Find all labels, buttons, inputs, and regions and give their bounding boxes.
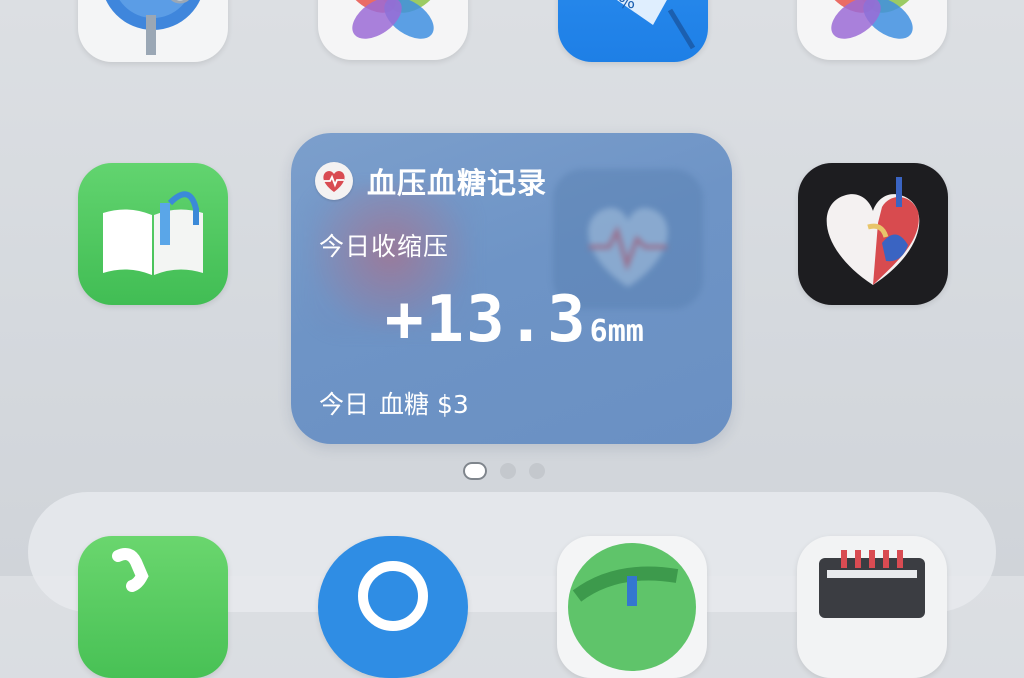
systolic-unit: 6mm [589,314,644,349]
photos-icon[interactable] [318,0,468,60]
page-dot[interactable] [529,463,545,479]
photos-icon[interactable] [797,0,947,60]
browser-icon[interactable] [557,536,707,678]
systolic-value: +13.36mm [385,283,644,357]
medical-app-icon[interactable] [78,0,228,62]
widget-footer: 今日 血糖 $3 [319,385,479,421]
svg-text:%: % [618,0,635,13]
blood-sugar-value: 血糖 $3 [379,390,469,419]
music-app-icon[interactable] [797,536,947,678]
health-record-widget[interactable]: 血压血糖记录 今日收缩压 +13.36mm 今日 血糖 $3 [291,133,732,444]
page-dot[interactable] [500,463,516,479]
weather-app-icon[interactable]: % [558,0,708,62]
systolic-number: +13.3 [385,283,588,357]
footer-label: 今日 [319,390,370,419]
page-dot-active[interactable] [463,462,487,480]
books-icon[interactable] [78,163,228,305]
widget-subtitle: 今日收缩压 [319,232,450,261]
heart-health-app-icon[interactable] [798,163,948,305]
page-indicator[interactable] [463,462,558,480]
safari-icon[interactable] [318,536,468,678]
heart-pulse-icon [315,162,353,200]
widget-header: 血压血糖记录 [315,160,547,202]
widget-title: 血压血糖记录 [367,166,548,200]
phone-icon[interactable] [78,536,228,678]
